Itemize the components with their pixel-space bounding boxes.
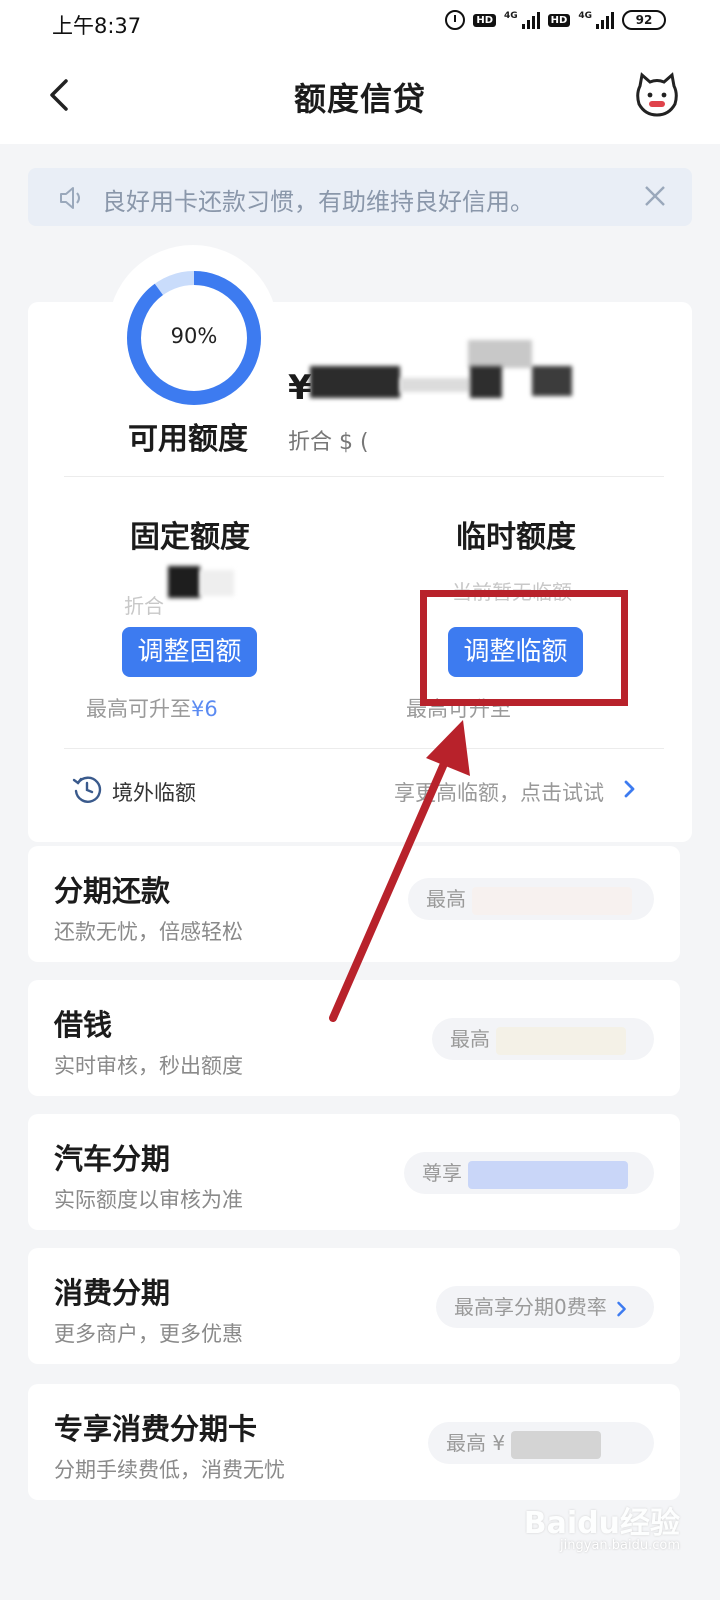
watermark-url: jingyan.baidu.com [560,1538,680,1553]
notice-text: 良好用卡还款习惯，有助维持良好信用。 [102,188,534,216]
page-title: 额度信贷 [293,80,426,118]
adjust-fixed-button[interactable]: 调整固额 [122,627,257,677]
fixed-amount-redacted-2 [200,570,234,596]
hd-badge-2: HD [547,13,571,27]
fixed-max-hint-value: ¥6 [191,697,218,721]
row-tag-label: 尊享 [422,1161,462,1185]
signal-icon-2 [596,11,614,29]
signal-icon [521,11,540,29]
highlight-box [420,590,628,706]
fixed-max-hint: 最高可升至¥6 [86,693,218,723]
close-icon[interactable] [640,181,670,211]
fixed-sub-note: 折合 [124,594,164,618]
row-card-car-installment[interactable]: 汽车分期 实际额度以审核为准 尊享 [28,1114,680,1230]
row-tag[interactable]: 最高享分期0费率 [436,1286,654,1328]
divider [64,476,664,477]
row-tag[interactable]: 最高 [432,1018,654,1060]
row-tag[interactable]: 最高 ¥ [428,1422,654,1464]
status-bar: 上午8:37 HD 4G HD 4G 92 [0,0,720,44]
row-subtitle: 实际额度以审核为准 [54,1188,243,1212]
mascot-icon[interactable] [634,72,680,118]
row-tag-label: 最高享分期0费率 [454,1295,607,1319]
chevron-right-icon [617,1301,626,1316]
network-label: 4G [504,11,518,21]
available-amount-prefix: ¥ [288,368,312,408]
overseas-icon [72,776,102,803]
watermark-logo: Baidu经验 [523,1506,680,1541]
ring-percent-label: 90% [170,324,218,348]
row-subtitle: 还款无忧，倍感轻松 [54,920,243,944]
row-title: 分期还款 [54,874,171,908]
status-icons: HD 4G HD 4G 92 [445,10,666,30]
row-card-borrow[interactable]: 借钱 实时审核，秒出额度 最高 [28,980,680,1096]
usd-equivalent: 折合 $ ( [288,430,369,455]
row-tag-label: 最高 [426,887,466,911]
temp-credit-title: 临时额度 [456,520,576,555]
available-credit-label: 可用额度 [128,422,248,457]
battery-icon: 92 [622,10,666,30]
overseas-credit-label[interactable]: 境外临额 [112,777,196,807]
chevron-right-icon[interactable] [622,779,638,799]
divider-2 [64,748,664,749]
row-tag-redacted [472,886,633,915]
row-title: 借钱 [54,1008,113,1042]
row-tag-redacted [468,1160,629,1189]
fixed-max-hint-prefix: 最高可升至 [86,697,191,721]
row-title: 专享消费分期卡 [54,1412,258,1446]
row-tag-label: 最高 [450,1027,490,1051]
row-card-installment-card[interactable]: 专享消费分期卡 分期手续费低，消费无忧 最高 ¥ [28,1384,680,1500]
row-subtitle: 更多商户，更多优惠 [54,1322,243,1346]
amount-redacted [310,366,400,398]
fixed-credit-title: 固定额度 [130,520,250,555]
row-tag-label: 最高 ¥ [446,1431,506,1455]
row-subtitle: 分期手续费低，消费无忧 [54,1458,285,1482]
amount-redacted-5 [532,366,572,396]
row-title: 汽车分期 [54,1142,171,1176]
alarm-icon [445,10,466,30]
speaker-icon [60,187,80,209]
network-label-2: 4G [578,11,592,21]
row-title: 消费分期 [54,1276,171,1310]
amount-redacted-2 [400,378,470,392]
row-card-consumer-installment[interactable]: 消费分期 更多商户，更多优惠 最高享分期0费率 [28,1248,680,1364]
amount-redacted-3 [468,340,532,368]
amount-redacted-4 [470,366,502,398]
hd-badge: HD [473,13,497,27]
row-tag-redacted [496,1026,627,1055]
nav-bar: 额度信贷 [0,44,720,144]
row-subtitle: 实时审核，秒出额度 [54,1054,243,1078]
row-tag-redacted [511,1430,602,1459]
status-time: 上午8:37 [52,14,142,38]
row-tag[interactable]: 尊享 [404,1152,654,1194]
notice-banner: 良好用卡还款习惯，有助维持良好信用。 [28,168,692,226]
fixed-amount-redacted [168,566,200,598]
overseas-credit-hint[interactable]: 享更高临额，点击试试 [394,777,604,807]
row-card-installment-repay[interactable]: 分期还款 还款无忧，倍感轻松 最高 [28,846,680,962]
row-tag[interactable]: 最高 [408,878,654,920]
